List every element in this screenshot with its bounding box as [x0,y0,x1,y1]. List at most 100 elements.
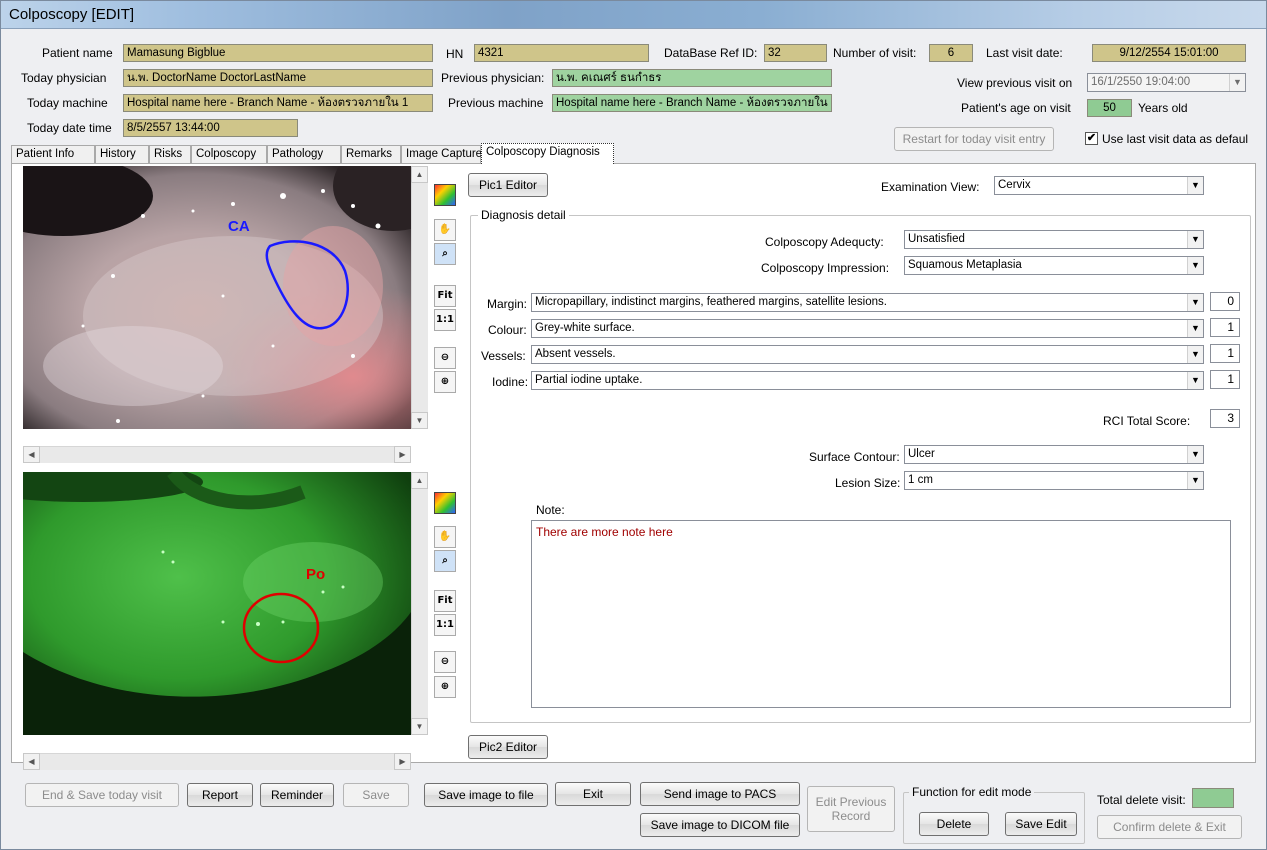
iodine-label: Iodine: [492,375,529,389]
edit-previous-line2: Record [831,809,871,823]
report-button[interactable]: Report [187,783,253,807]
hand-pan-icon[interactable]: ✋ [434,526,456,548]
reminder-button[interactable]: Reminder [260,783,334,807]
color-palette-icon[interactable] [434,184,456,206]
use-last-visit-checkbox[interactable]: ✔ [1085,132,1098,145]
view-previous-visit-select[interactable]: 16/1/2550 19:04:00 ▼ [1087,73,1246,92]
color-palette-icon[interactable] [434,492,456,514]
image1-horizontal-scrollbar[interactable]: ◀ ▶ [23,446,411,463]
margin-select[interactable]: Micropapillary, indistinct margins, feat… [531,293,1204,312]
one-to-one-button[interactable]: 1:1 [434,614,456,636]
adequacy-select[interactable]: Unsatisfied ▼ [904,230,1204,249]
scroll-right-icon[interactable]: ▶ [394,446,411,463]
scroll-down-icon[interactable]: ▼ [411,412,428,429]
colour-score[interactable]: 1 [1210,318,1240,337]
send-to-pacs-button[interactable]: Send image to PACS [640,782,800,806]
one-to-one-button[interactable]: 1:1 [434,309,456,331]
zoom-out-icon[interactable]: ⊖ [434,651,456,673]
save-image-to-file-button[interactable]: Save image to file [424,783,548,807]
today-machine-field[interactable]: Hospital name here - Branch Name - ห้องต… [123,94,433,112]
image-viewer-1[interactable]: CA [23,166,411,429]
scroll-left-icon[interactable]: ◀ [23,446,40,463]
delete-button[interactable]: Delete [919,812,989,836]
scroll-up-icon[interactable]: ▲ [411,166,428,183]
age-field[interactable]: 50 [1087,99,1132,117]
tab-history[interactable]: History [95,145,149,163]
fit-button[interactable]: Fit [434,590,456,612]
last-visit-label: Last visit date: [986,46,1063,60]
scroll-up-icon[interactable]: ▲ [411,472,428,489]
examination-view-label: Examination View: [881,180,980,194]
vessels-label: Vessels: [481,349,526,363]
today-physician-label: Today physician [21,71,107,85]
save-to-dicom-button[interactable]: Save image to DICOM file [640,813,800,837]
db-ref-field[interactable]: 32 [764,44,827,62]
previous-machine-field[interactable]: Hospital name here - Branch Name - ห้องต… [552,94,832,112]
number-of-visit-label: Number of visit: [833,46,917,60]
examination-view-select[interactable]: Cervix ▼ [994,176,1204,195]
margin-score[interactable]: 0 [1210,292,1240,311]
today-physician-field[interactable]: น.พ. DoctorName DoctorLastName [123,69,433,87]
tab-colposcopy-diagnosis[interactable]: Colposcopy Diagnosis [481,143,614,164]
pic1-editor-button[interactable]: Pic1 Editor [468,173,548,197]
scroll-left-icon[interactable]: ◀ [23,753,40,770]
impression-value: Squamous Metaplasia [908,259,1022,271]
vessels-score[interactable]: 1 [1210,344,1240,363]
scroll-right-icon[interactable]: ▶ [394,753,411,770]
pic2-editor-button[interactable]: Pic2 Editor [468,735,548,759]
colposcopy-window: Colposcopy [EDIT] Patient name Mamasung … [0,0,1267,850]
restart-today-visit-button[interactable]: Restart for today visit entry [894,127,1054,151]
impression-select[interactable]: Squamous Metaplasia ▼ [904,256,1204,275]
annotation-po-label: Po [306,566,325,583]
surface-contour-select[interactable]: Ulcer ▼ [904,445,1204,464]
iodine-select[interactable]: Partial iodine uptake. ▼ [531,371,1204,390]
tab-remarks[interactable]: Remarks [341,145,401,163]
zoom-select-icon[interactable]: ⌕ [434,550,456,572]
use-last-visit-label: Use last visit data as defaul [1102,132,1249,146]
rci-total-label: RCI Total Score: [1103,414,1191,428]
zoom-in-icon[interactable]: ⊕ [434,676,456,698]
end-save-today-visit-button[interactable]: End & Save today visit [25,783,179,807]
vessels-select[interactable]: Absent vessels. ▼ [531,345,1204,364]
number-of-visit-field[interactable]: 6 [929,44,973,62]
note-textarea[interactable]: There are more note here [531,520,1231,708]
save-button[interactable]: Save [343,783,409,807]
image2-vertical-scrollbar[interactable]: ▲ ▼ [411,472,428,735]
exit-button[interactable]: Exit [555,782,631,806]
tab-risks[interactable]: Risks [149,145,191,163]
tab-patient-info[interactable]: Patient Info [11,145,95,163]
save-edit-button[interactable]: Save Edit [1005,812,1077,836]
patient-name-label: Patient name [42,46,113,60]
lesion-size-select[interactable]: 1 cm ▼ [904,471,1204,490]
view-previous-visit-label: View previous visit on [957,76,1073,90]
tab-image-capture[interactable]: Image Capture [401,145,482,163]
image1-vertical-scrollbar[interactable]: ▲ ▼ [411,166,428,429]
image-viewer-2[interactable]: Po [23,472,411,735]
chevron-down-icon: ▼ [1187,320,1203,337]
total-delete-visit-field[interactable] [1192,788,1234,808]
patient-name-field[interactable]: Mamasung Bigblue [123,44,433,62]
zoom-out-icon[interactable]: ⊖ [434,347,456,369]
confirm-delete-exit-button[interactable]: Confirm delete & Exit [1097,815,1242,839]
tab-pathology[interactable]: Pathology [267,145,341,163]
zoom-in-icon[interactable]: ⊕ [434,371,456,393]
today-datetime-field[interactable]: 8/5/2557 13:44:00 [123,119,298,137]
chevron-down-icon: ▼ [1187,231,1203,248]
rci-total-score[interactable]: 3 [1210,409,1240,428]
colour-select[interactable]: Grey-white surface. ▼ [531,319,1204,338]
cervix-image-white-light: CA [23,166,411,429]
previous-physician-field[interactable]: น.พ. คเณศร์ ธนกำธร [552,69,832,87]
last-visit-field[interactable]: 9/12/2554 15:01:00 [1092,44,1246,62]
zoom-select-icon[interactable]: ⌕ [434,243,456,265]
note-label: Note: [536,503,565,517]
colour-label: Colour: [488,323,527,337]
iodine-score[interactable]: 1 [1210,370,1240,389]
scroll-down-icon[interactable]: ▼ [411,718,428,735]
edit-previous-record-button[interactable]: Edit Previous Record [807,786,895,832]
hand-pan-icon[interactable]: ✋ [434,219,456,241]
db-ref-label: DataBase Ref ID: [664,46,758,60]
fit-button[interactable]: Fit [434,285,456,307]
hn-field[interactable]: 4321 [474,44,649,62]
tab-colposcopy[interactable]: Colposcopy [191,145,267,163]
image2-horizontal-scrollbar[interactable]: ◀ ▶ [23,753,411,770]
